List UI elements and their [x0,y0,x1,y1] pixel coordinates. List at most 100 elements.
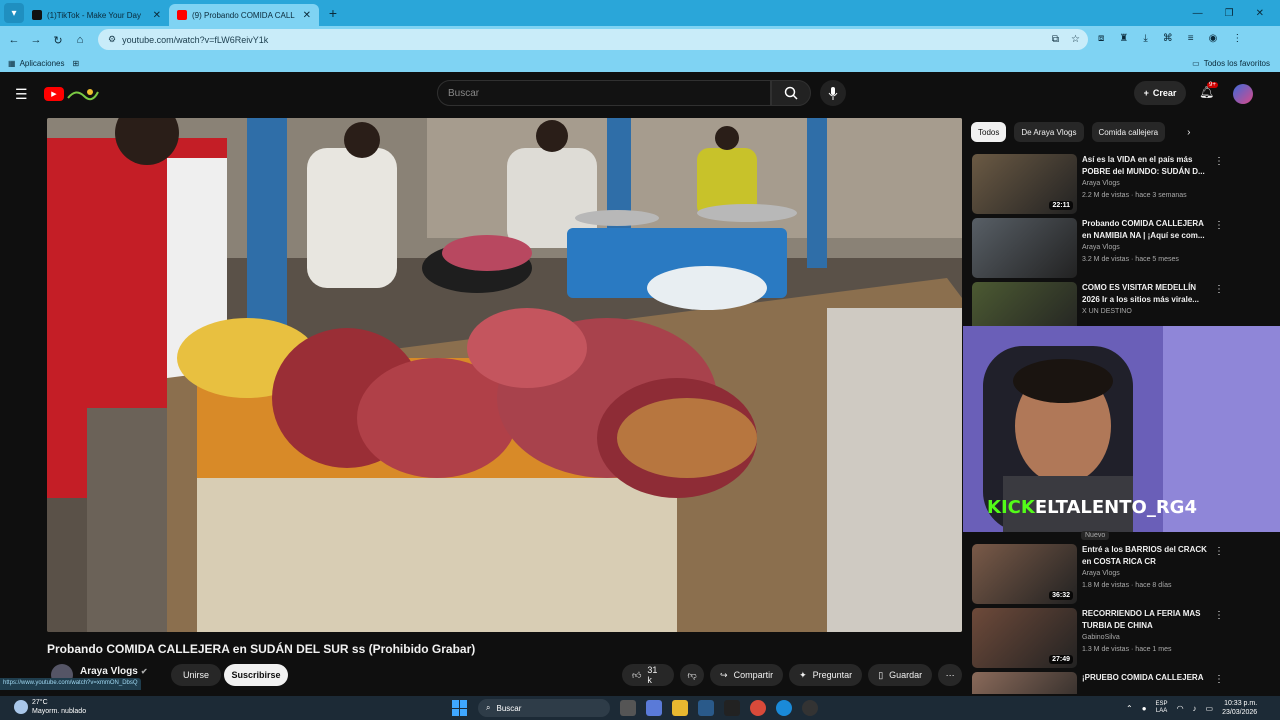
search-button[interactable] [771,80,811,106]
account-avatar[interactable] [1233,84,1253,104]
windows-start-icon[interactable] [452,700,468,716]
recommendation-channel[interactable]: Araya Vlogs [1082,570,1120,577]
taskbar-search[interactable]: ⌕ Buscar [478,699,610,717]
more-options-icon[interactable]: ⋮ [1214,156,1224,167]
recommendation-title[interactable]: Así es la VIDA en el país más POBRE del … [1082,154,1207,178]
close-tab-icon[interactable]: ✕ [303,10,311,21]
like-button[interactable]: 👍︎ 31 k [622,664,675,686]
video-thumbnail[interactable] [972,282,1077,326]
recommendation-title[interactable]: ¡PRUEBO COMIDA CALLEJERA [1082,672,1207,684]
hamburger-menu-icon[interactable]: ☰ [15,86,28,103]
battery-icon[interactable]: ▭ [1206,704,1214,713]
ask-button[interactable]: ✦ Preguntar [789,664,863,686]
app-icon[interactable] [802,700,818,716]
recommendation-channel[interactable]: Araya Vlogs [1082,244,1120,251]
search-input[interactable]: Buscar [437,80,771,106]
tab-tiktok[interactable]: (1)TikTok - Make Your Day ✕ [24,4,169,26]
file-explorer-icon[interactable] [672,700,688,716]
weather-widget[interactable]: 27°C Mayorm. nublado [14,698,86,716]
copilot-icon[interactable] [646,700,662,716]
more-options-icon[interactable]: ⋮ [1214,284,1224,295]
tab-youtube[interactable]: (9) Probando COMIDA CALL ✕ [169,4,319,26]
media-icon[interactable]: ≡ [1188,33,1194,44]
tray-chevron-icon[interactable]: ⌃ [1126,704,1133,713]
more-options-icon[interactable]: ⋮ [1214,674,1224,685]
chip-araya[interactable]: De Araya Vlogs [1014,122,1084,142]
steam-icon[interactable] [698,700,714,716]
tab-search-button[interactable]: ▾ [4,3,24,23]
youtube-logo[interactable]: ▶ [44,84,102,104]
recommendation-channel[interactable]: GabinoSilva [1082,634,1120,641]
chip-todos[interactable]: Todos [971,122,1007,142]
recommendation-item[interactable]: COMO ES VISITAR MEDELLÍN 2026 Ir a los s… [972,282,1232,326]
recommendation-title[interactable]: COMO ES VISITAR MEDELLÍN 2026 Ir a los s… [1082,282,1207,306]
voice-search-button[interactable] [820,80,846,106]
recommendation-item[interactable]: Probando COMIDA CALLEJERA en NAMIBIA NA … [972,218,1232,278]
video-thumbnail[interactable]: 27:49 [972,608,1077,668]
forward-icon[interactable]: → [25,34,47,46]
save-button[interactable]: ▯ Guardar [868,664,933,686]
recommendation-item[interactable]: 22:11 Así es la VIDA en el país más POBRE… [972,154,1232,214]
duration-badge: 27:49 [1049,655,1073,664]
translate-icon[interactable]: ⌘ [1163,33,1173,44]
volume-icon[interactable]: ♪ [1193,704,1197,713]
verified-icon: ✔ [140,667,148,676]
recommendation-title[interactable]: Entré a los BARRIOS del CRACK en COSTA R… [1082,544,1207,568]
recommendation-title[interactable]: RECORRIENDO LA FERIA MAS TURBIA DE CHINA [1082,608,1207,632]
close-window-icon[interactable]: ✕ [1256,8,1264,19]
extensions-icon[interactable]: ⧈ [1098,33,1104,44]
profile-icon[interactable]: ◉ [1209,33,1218,44]
install-icon[interactable]: ⧉ [1052,34,1059,45]
all-favorites[interactable]: ▭ Todos los favoritos [1192,59,1270,68]
recommendation-item[interactable]: 27:49 RECORRIENDO LA FERIA MAS TURBIA DE … [972,608,1232,668]
create-button[interactable]: + Crear [1134,81,1186,105]
recommendation-meta: 3.2 M de vistas · hace 5 meses [1082,256,1179,263]
back-icon[interactable]: ← [3,34,25,46]
video-thumbnail[interactable] [972,218,1077,278]
share-button[interactable]: ↪ Compartir [710,664,784,686]
chevron-right-icon[interactable]: › [1187,127,1190,138]
home-icon[interactable]: ⌂ [69,34,91,46]
share-icon: ↪ [720,669,728,680]
recommendation-item[interactable]: 36:32 Entré a los BARRIOS del CRACK en CO… [972,544,1232,604]
video-thumbnail[interactable]: 36:32 [972,544,1077,604]
more-actions-button[interactable]: ⋯ [938,664,963,686]
menu-icon[interactable]: ⋮ [1232,33,1242,44]
new-tab-button[interactable]: + [323,5,343,21]
download-icon[interactable]: ⤓ [1143,33,1147,44]
restore-icon[interactable]: ❐ [1225,8,1234,19]
dislike-button[interactable]: 👎︎ [680,664,705,686]
recommendation-item[interactable]: ¡PRUEBO COMIDA CALLEJERA ⋮ [972,672,1232,694]
more-options-icon[interactable]: ⋮ [1214,220,1224,231]
video-thumbnail[interactable]: 22:11 [972,154,1077,214]
apps-bookmark[interactable]: ▦ Aplicaciones [8,59,64,68]
reload-icon[interactable]: ↻ [47,34,69,47]
more-options-icon[interactable]: ⋮ [1214,546,1224,557]
language-indicator[interactable]: ESP LAA [1156,701,1168,715]
extension-icon[interactable]: ♜ [1119,33,1128,44]
microphone-tray-icon[interactable]: ● [1142,704,1147,713]
chip-comida[interactable]: Comida callejera [1091,122,1166,142]
capcut-icon[interactable] [724,700,740,716]
url-input[interactable]: ⚙ youtube.com/watch?v=fLW6ReivY1k ⧉ ☆ [98,29,1088,50]
task-view-icon[interactable] [620,700,636,716]
recommendation-channel[interactable]: X UN DESTINO [1082,308,1132,315]
clock[interactable]: 10:33 p.m. 23/03/2026 [1222,699,1257,717]
grid-bookmark[interactable]: ⊞ [72,59,79,68]
join-button[interactable]: Unirse [171,664,221,686]
wifi-icon[interactable]: ◠ [1177,704,1184,713]
chrome-icon[interactable] [750,700,766,716]
recommendation-title[interactable]: Probando COMIDA CALLEJERA en NAMIBIA NA … [1082,218,1207,242]
video-thumbnail[interactable] [972,672,1077,694]
channel-name[interactable]: Araya Vlogs ✔ [80,666,148,677]
taskbar-apps: ⌕ Buscar [452,699,818,717]
minimize-icon[interactable]: — [1193,8,1203,19]
site-info-icon[interactable]: ⚙ [108,34,116,45]
subscribe-button[interactable]: Suscribirse [224,664,288,686]
more-options-icon[interactable]: ⋮ [1214,610,1224,621]
recommendation-channel[interactable]: Araya Vlogs [1082,180,1120,187]
bookmark-star-icon[interactable]: ☆ [1071,34,1080,45]
close-tab-icon[interactable]: ✕ [153,10,161,21]
edge-icon[interactable] [776,700,792,716]
video-player[interactable] [47,118,962,632]
